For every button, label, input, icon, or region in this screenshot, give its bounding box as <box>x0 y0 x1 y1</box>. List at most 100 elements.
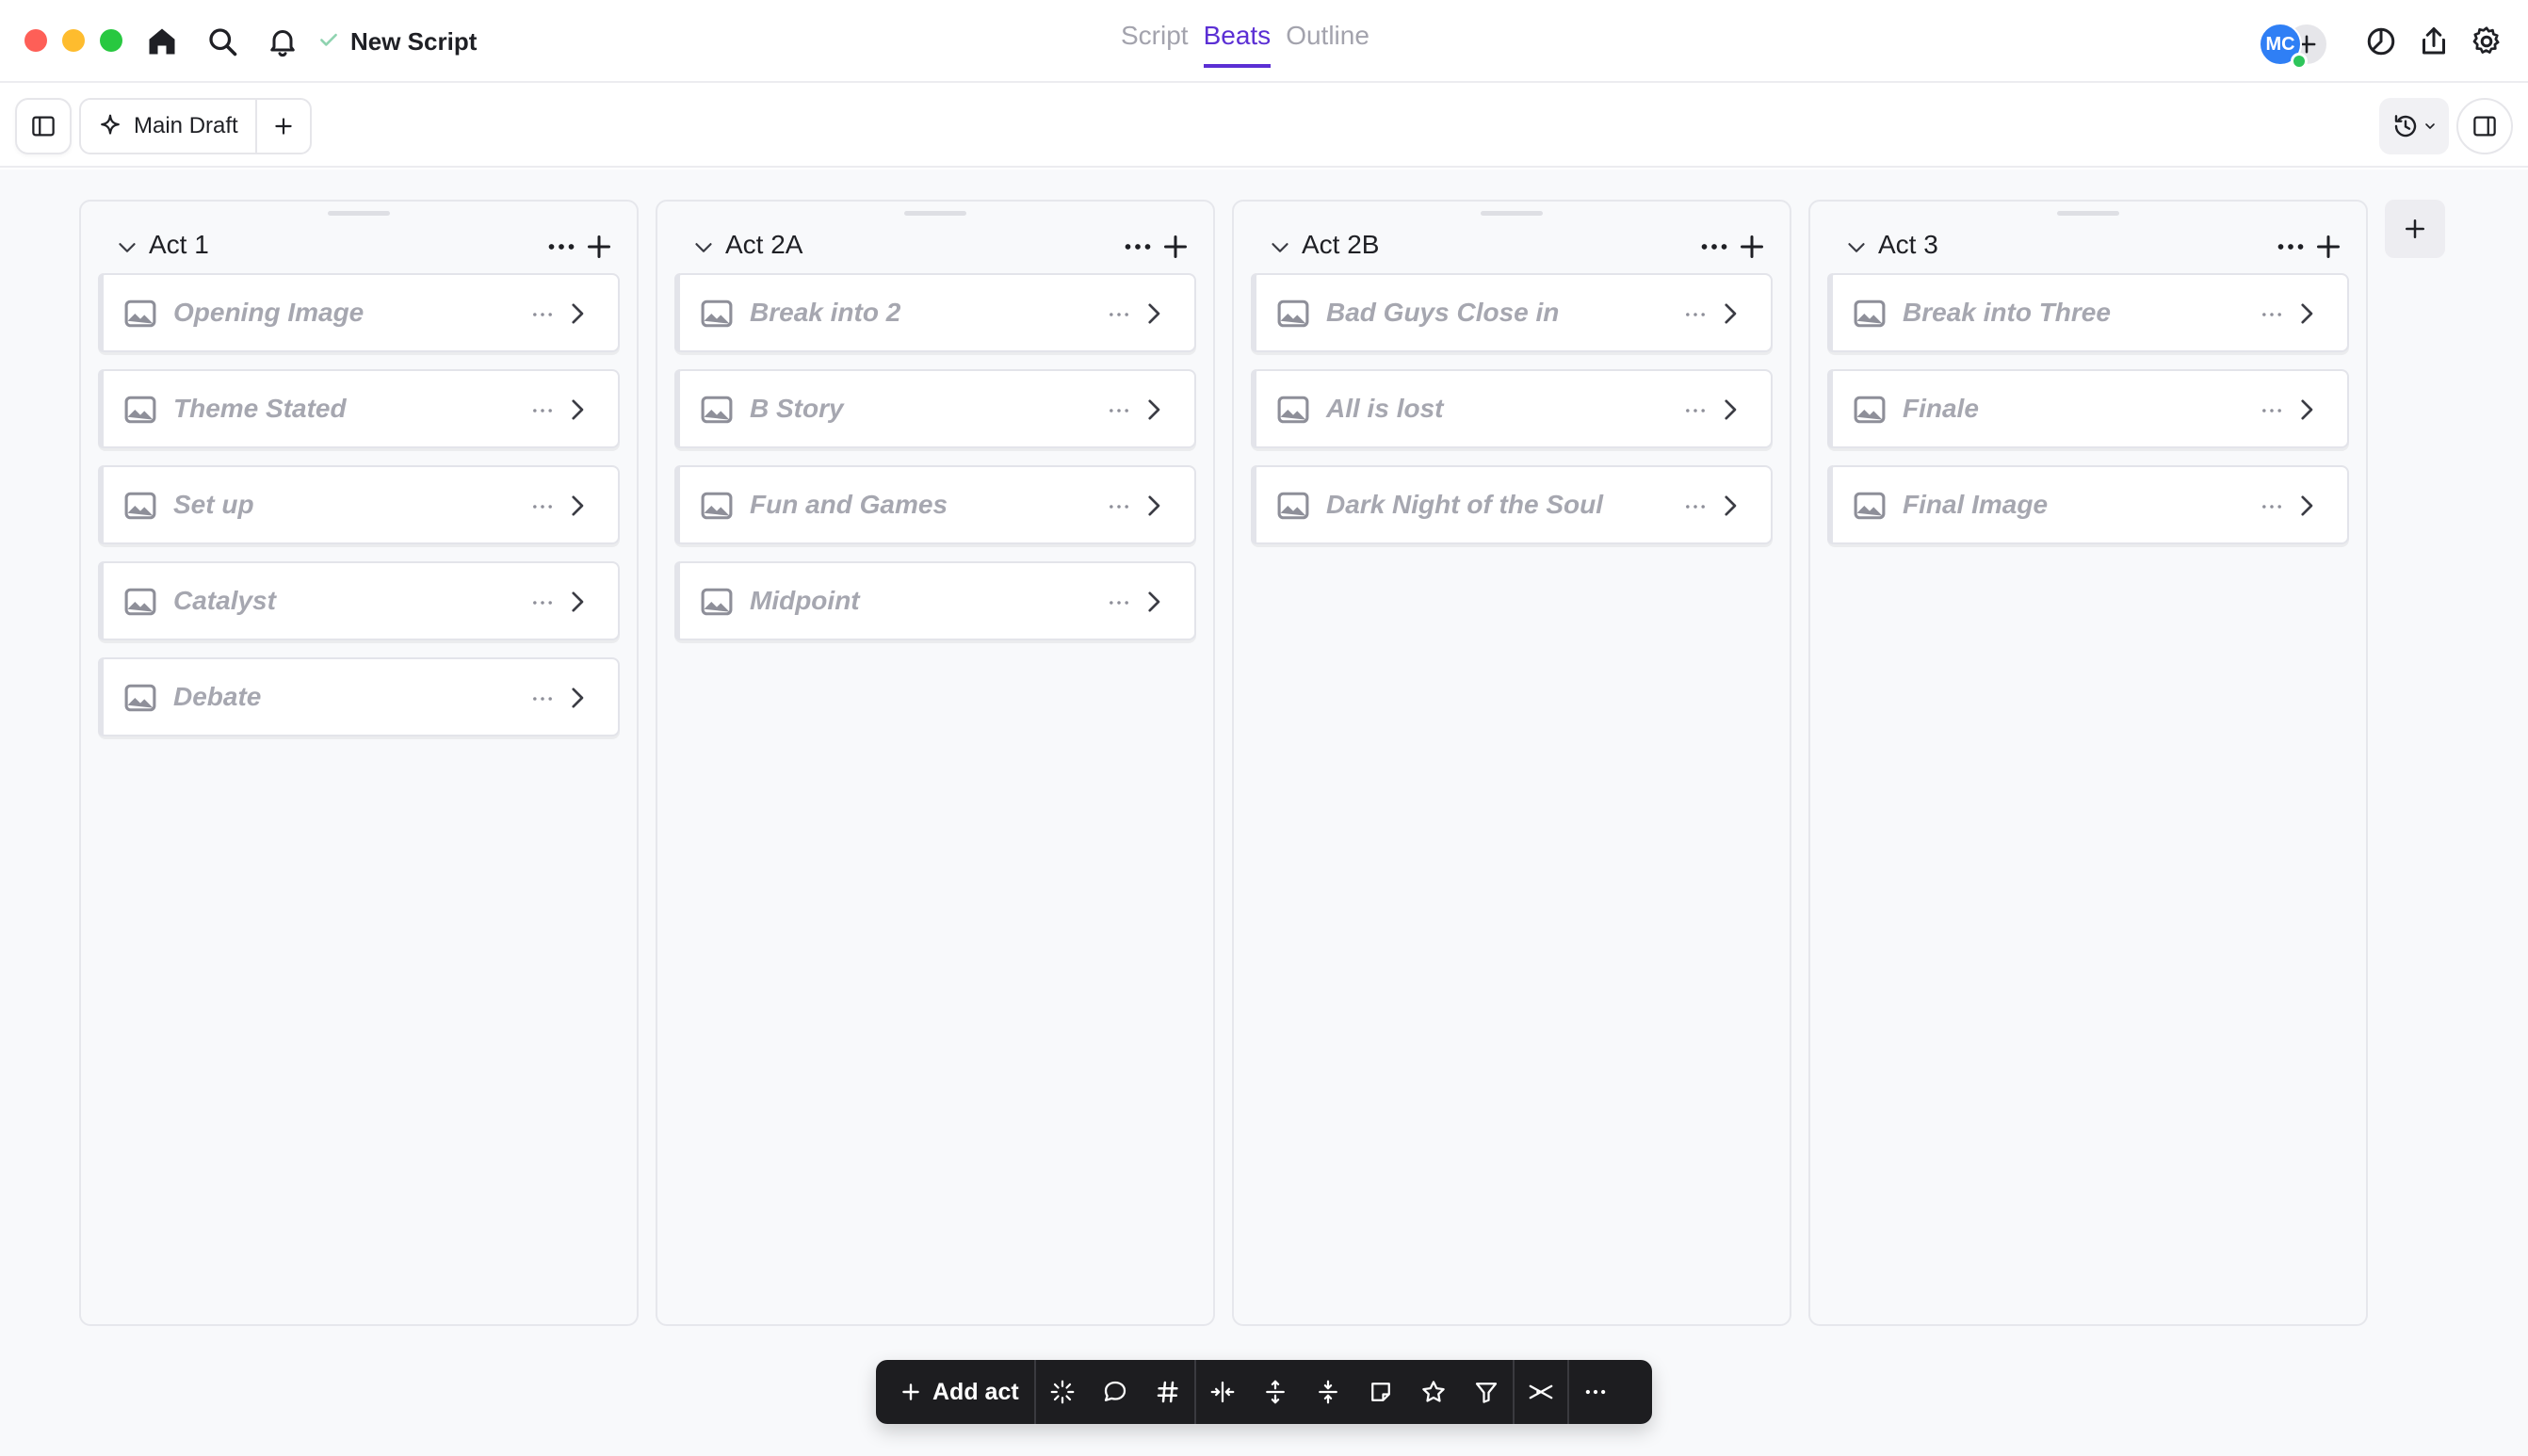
chevron-right-icon[interactable] <box>561 586 593 618</box>
beat-more-icon[interactable] <box>1682 397 1709 424</box>
beat-more-icon[interactable] <box>529 397 556 424</box>
beat-title[interactable]: Set up <box>173 490 254 520</box>
filter-button[interactable] <box>1460 1360 1513 1424</box>
beat-title[interactable]: Break into Three <box>1903 298 2111 328</box>
chevron-right-icon[interactable] <box>1138 490 1170 522</box>
chevron-right-icon[interactable] <box>1714 394 1746 426</box>
beat-title[interactable]: Fun and Games <box>750 490 948 520</box>
chevron-right-icon[interactable] <box>561 490 593 522</box>
beat-title[interactable]: B Story <box>750 394 844 424</box>
expand-vertical-button[interactable] <box>1249 1360 1302 1424</box>
split-button[interactable] <box>1515 1360 1567 1424</box>
beat-more-icon[interactable] <box>529 686 556 712</box>
beat-card[interactable]: Midpoint <box>674 561 1196 640</box>
beat-title[interactable]: Break into 2 <box>750 298 900 328</box>
add-act-column-button[interactable] <box>2385 200 2445 258</box>
beat-more-icon[interactable] <box>529 590 556 616</box>
beat-more-icon[interactable] <box>2259 493 2285 520</box>
chevron-down-icon[interactable] <box>689 234 718 262</box>
add-beat-icon[interactable] <box>1735 230 1769 264</box>
beat-more-icon[interactable] <box>1106 493 1132 520</box>
beat-title[interactable]: Opening Image <box>173 298 364 328</box>
drag-handle[interactable] <box>1481 211 1543 216</box>
drag-handle[interactable] <box>328 211 390 216</box>
beat-card[interactable]: Debate <box>98 657 620 736</box>
chevron-right-icon[interactable] <box>1714 298 1746 330</box>
drag-handle[interactable] <box>904 211 966 216</box>
chevron-right-icon[interactable] <box>2291 298 2323 330</box>
beat-more-icon[interactable] <box>1106 590 1132 616</box>
beat-title[interactable]: Theme Stated <box>173 394 347 424</box>
collapse-vertical-button[interactable] <box>1302 1360 1354 1424</box>
act-more-icon[interactable] <box>544 230 578 264</box>
beat-card[interactable]: Bad Guys Close in <box>1251 273 1773 352</box>
beat-card[interactable]: Finale <box>1827 369 2349 448</box>
share-icon[interactable] <box>2415 23 2453 60</box>
beat-title[interactable]: Bad Guys Close in <box>1326 298 1559 328</box>
beat-card[interactable]: Dark Night of the Soul <box>1251 465 1773 544</box>
add-draft-button[interactable] <box>257 100 310 153</box>
act-more-icon[interactable] <box>1121 230 1155 264</box>
drag-handle[interactable] <box>2057 211 2119 216</box>
add-beat-icon[interactable] <box>1159 230 1192 264</box>
beat-card[interactable]: Catalyst <box>98 561 620 640</box>
bell-icon[interactable] <box>264 23 301 60</box>
beat-card[interactable]: Break into Three <box>1827 273 2349 352</box>
beat-more-icon[interactable] <box>1106 397 1132 424</box>
document-title[interactable]: New Script <box>316 24 477 58</box>
beat-card[interactable]: Fun and Games <box>674 465 1196 544</box>
gear-icon[interactable] <box>2468 23 2505 60</box>
chevron-right-icon[interactable] <box>1138 586 1170 618</box>
act-title[interactable]: Act 3 <box>1878 230 1938 260</box>
search-icon[interactable] <box>203 23 241 60</box>
chevron-right-icon[interactable] <box>1714 490 1746 522</box>
chevron-down-icon[interactable] <box>1842 234 1871 262</box>
chevron-down-icon[interactable] <box>113 234 141 262</box>
chevron-right-icon[interactable] <box>1138 298 1170 330</box>
beat-title[interactable]: Midpoint <box>750 586 860 616</box>
chevron-down-icon[interactable] <box>1266 234 1294 262</box>
chevron-right-icon[interactable] <box>561 682 593 714</box>
beat-card[interactable]: Break into 2 <box>674 273 1196 352</box>
note-button[interactable] <box>1354 1360 1407 1424</box>
tab-beats[interactable]: Beats <box>1203 21 1272 68</box>
act-title[interactable]: Act 1 <box>149 230 209 260</box>
act-more-icon[interactable] <box>2274 230 2308 264</box>
beat-more-icon[interactable] <box>2259 301 2285 328</box>
beat-title[interactable]: Debate <box>173 682 261 712</box>
beat-title[interactable]: Finale <box>1903 394 1979 424</box>
chevron-right-icon[interactable] <box>2291 394 2323 426</box>
act-title[interactable]: Act 2B <box>1302 230 1379 260</box>
chevron-right-icon[interactable] <box>2291 490 2323 522</box>
beat-more-icon[interactable] <box>529 301 556 328</box>
beat-more-icon[interactable] <box>2259 397 2285 424</box>
maximize-window-button[interactable] <box>100 29 122 52</box>
beat-title[interactable]: Final Image <box>1903 490 2048 520</box>
minimize-window-button[interactable] <box>62 29 85 52</box>
beat-title[interactable]: Catalyst <box>173 586 276 616</box>
draft-tab-main[interactable]: Main Draft <box>81 100 257 153</box>
add-act-button[interactable]: Add act <box>883 1360 1034 1424</box>
beat-more-icon[interactable] <box>1682 301 1709 328</box>
beat-card[interactable]: Set up <box>98 465 620 544</box>
close-window-button[interactable] <box>24 29 47 52</box>
right-panel-toggle-button[interactable] <box>2456 98 2513 154</box>
sidebar-toggle-button[interactable] <box>15 98 72 154</box>
collapse-horizontal-button[interactable] <box>1196 1360 1249 1424</box>
beat-card[interactable]: Final Image <box>1827 465 2349 544</box>
beat-card[interactable]: B Story <box>674 369 1196 448</box>
tab-outline[interactable]: Outline <box>1286 21 1369 68</box>
beat-card[interactable]: All is lost <box>1251 369 1773 448</box>
beat-more-icon[interactable] <box>529 493 556 520</box>
beat-more-icon[interactable] <box>1106 301 1132 328</box>
chevron-right-icon[interactable] <box>561 298 593 330</box>
tab-script[interactable]: Script <box>1121 21 1189 68</box>
stats-icon[interactable] <box>2362 23 2400 60</box>
chevron-right-icon[interactable] <box>1138 394 1170 426</box>
add-beat-icon[interactable] <box>2311 230 2345 264</box>
beat-card[interactable]: Theme Stated <box>98 369 620 448</box>
beat-title[interactable]: All is lost <box>1326 394 1443 424</box>
beat-title[interactable]: Dark Night of the Soul <box>1326 490 1603 520</box>
comment-button[interactable] <box>1089 1360 1142 1424</box>
more-options-button[interactable] <box>1569 1360 1622 1424</box>
